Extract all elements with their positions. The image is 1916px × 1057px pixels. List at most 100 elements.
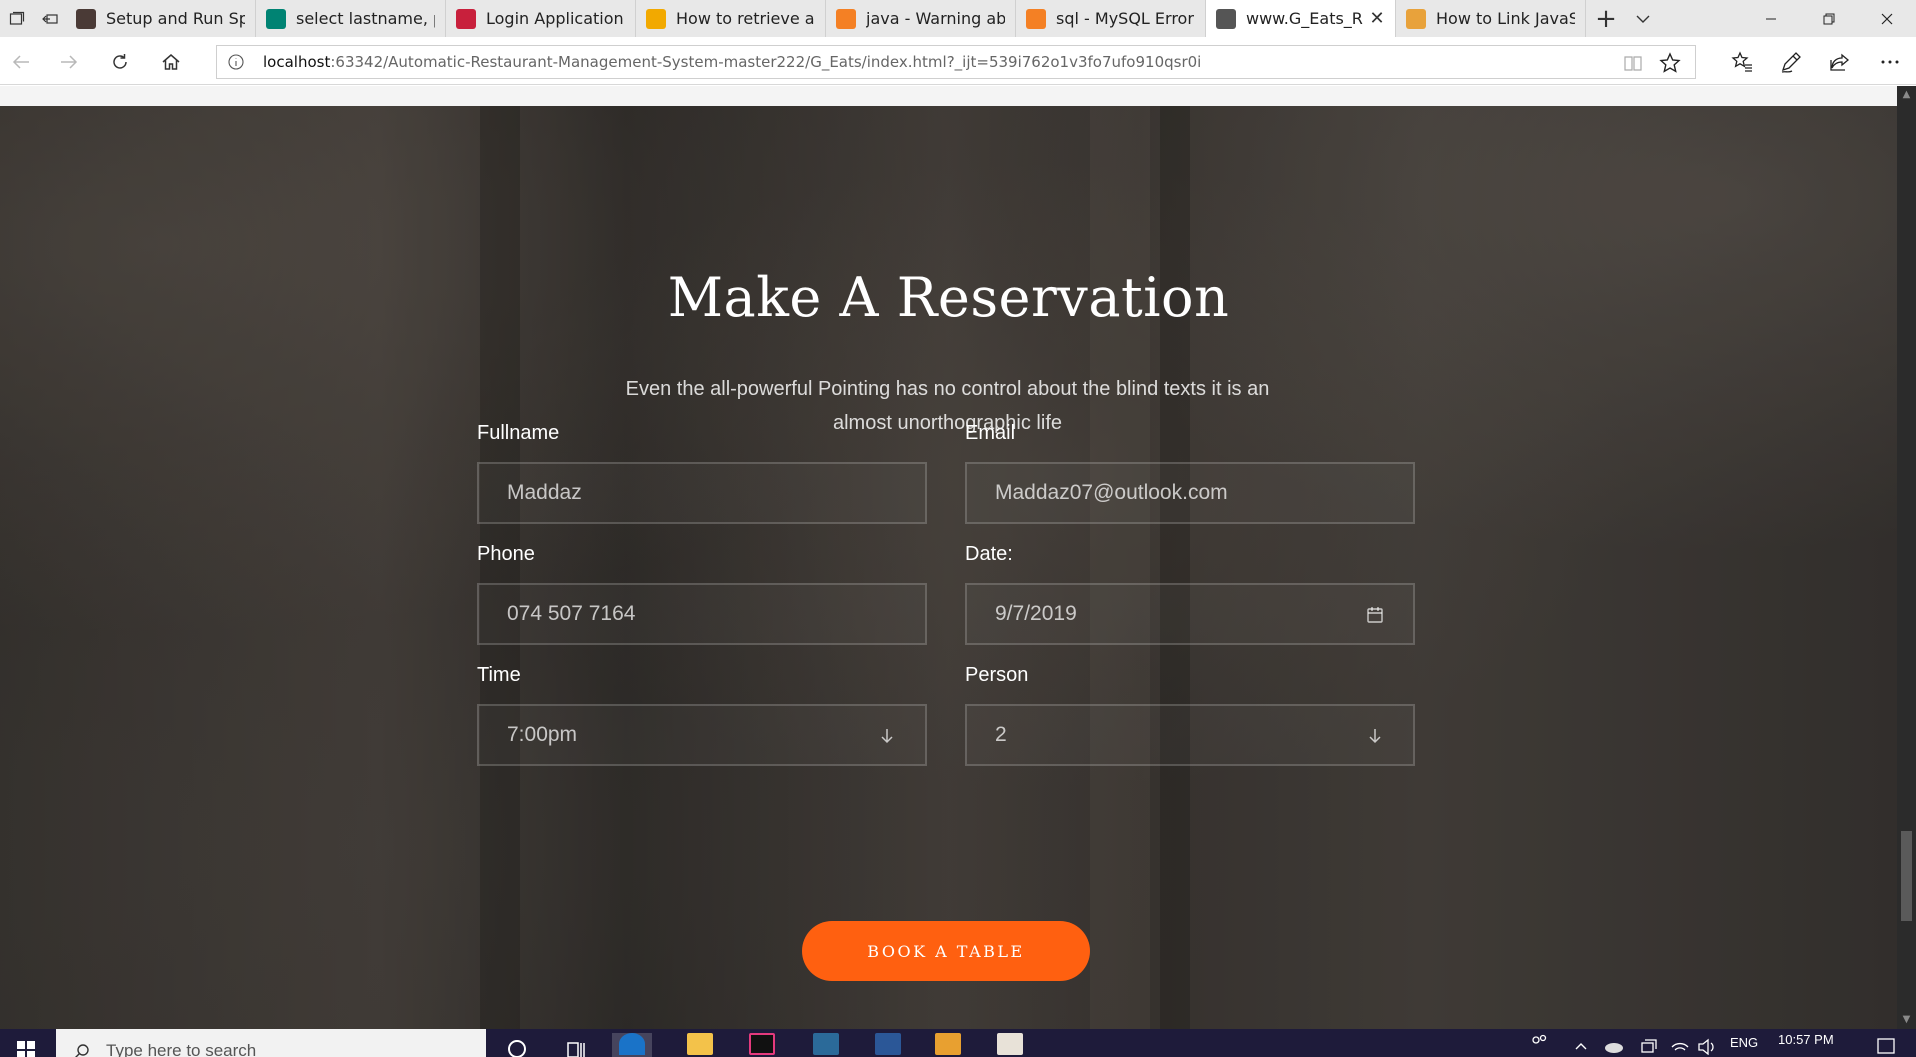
time-select[interactable]: 7:00pm [477,704,927,766]
fullname-input[interactable]: Maddaz [477,462,927,524]
scroll-down-icon[interactable]: ▼ [1897,1011,1916,1029]
java-icon[interactable] [990,1033,1030,1057]
stackoverflow-favicon-icon [836,8,856,29]
home-icon[interactable] [158,49,184,75]
file-explorer-icon[interactable] [680,1033,720,1057]
time-label: Time [477,664,521,686]
new-tab-button[interactable]: + [1586,0,1626,37]
favorites-hub-icon[interactable] [1729,49,1755,75]
set-tabs-aside-icon[interactable] [33,0,66,37]
tab-label: How to retrieve all [676,9,815,28]
page-viewport: Make A Reservation Even the all-powerful… [0,86,1897,1029]
phone-input[interactable]: 074 507 7164 [477,583,927,645]
url-text: localhost:63342/Automatic-Restaurant-Man… [263,53,1201,71]
search-icon [75,1044,89,1057]
tab-label: Login Application u [486,9,625,28]
taskbar-search-box[interactable]: Type here to search [56,1029,486,1057]
stackoverflow-favicon-icon [1026,8,1046,29]
mysql-workbench-icon[interactable] [806,1033,846,1057]
fullname-value: Maddaz [507,481,582,504]
more-options-icon[interactable] [1877,49,1903,75]
time-value: 7:00pm [507,723,578,746]
page-top-strip [0,86,1897,106]
refresh-icon[interactable] [107,49,133,75]
media-player-icon[interactable] [928,1033,968,1057]
tab-list-chevron-icon[interactable] [1626,0,1660,37]
network-icon[interactable] [1640,1037,1658,1057]
action-center-icon[interactable] [1876,1037,1896,1057]
fullname-label: Fullname [477,422,560,444]
date-label: Date: [965,543,1013,565]
star-favicon-icon [646,8,666,29]
page-scrollbar[interactable]: ▲ ▼ [1897,86,1916,1029]
app-favicon-icon [456,8,476,29]
email-input[interactable]: Maddaz07@outlook.com [965,462,1415,524]
browser-tab[interactable]: www.G_Eats_Re ✕ [1206,0,1396,37]
tab-label: sql - MySQL Error C [1056,9,1195,28]
person-select[interactable]: 2 [965,704,1415,766]
person-label: Person [965,664,1029,686]
arrow-down-icon [881,729,893,744]
reading-view-icon[interactable] [1623,53,1643,73]
browser-tab[interactable]: How to Link JavaSc [1396,0,1586,37]
edge-browser-icon[interactable] [612,1033,652,1057]
url-host: localhost [263,53,331,71]
phone-value: 074 507 7164 [507,602,636,625]
tab-label: Setup and Run Spri [106,9,245,28]
browser-tab[interactable]: sql - MySQL Error C [1016,0,1206,37]
task-view-icon[interactable] [556,1033,596,1057]
phone-label: Phone [477,543,535,565]
search-favicon-icon [1406,8,1426,29]
calendar-icon[interactable] [1365,605,1385,625]
word-icon[interactable] [868,1033,908,1057]
close-window-icon[interactable] [1858,0,1916,37]
scrollbar-thumb[interactable] [1901,831,1912,921]
volume-icon[interactable] [1697,1037,1717,1057]
tabs-aside-icon[interactable] [0,0,33,37]
browser-tab[interactable]: How to retrieve all [636,0,826,37]
reservation-section: Make A Reservation Even the all-powerful… [0,106,1897,1029]
scroll-up-icon[interactable]: ▲ [1897,86,1916,104]
people-icon[interactable] [1530,1033,1548,1054]
start-button[interactable] [0,1029,52,1057]
site-info-icon[interactable] [227,53,245,71]
minimize-icon[interactable] [1742,0,1800,37]
forward-icon[interactable] [56,49,82,75]
web-note-pen-icon[interactable] [1778,49,1804,75]
browser-tab[interactable]: Setup and Run Spri [66,0,256,37]
address-bar[interactable]: localhost:63342/Automatic-Restaurant-Man… [216,45,1696,79]
show-hidden-icons-chevron[interactable] [1574,1039,1588,1056]
video-favicon-icon [76,8,96,29]
tab-strip: Setup and Run Spri select lastname, pa Log… [0,0,1916,37]
person-value: 2 [995,723,1007,746]
date-value: 9/7/2019 [995,602,1077,625]
url-path: :63342/Automatic-Restaurant-Management-S… [330,53,1202,71]
share-icon[interactable] [1827,49,1853,75]
window-controls [1742,0,1916,37]
intellij-icon[interactable] [742,1033,782,1057]
search-placeholder: Type here to search [106,1041,257,1057]
clock-time[interactable]: 10:57 PM [1778,1032,1834,1047]
page-favicon-icon [1216,8,1236,29]
browser-tab[interactable]: java - Warning abo [826,0,1016,37]
book-a-table-button[interactable]: BOOK A TABLE [802,921,1090,981]
date-input[interactable]: 9/7/2019 [965,583,1415,645]
close-tab-icon[interactable]: ✕ [1369,9,1385,27]
tab-label: www.G_Eats_Re [1246,9,1363,28]
navigation-bar: localhost:63342/Automatic-Restaurant-Man… [0,37,1916,85]
windows-taskbar: Type here to search ENG 10:57 PM [0,1029,1916,1057]
onedrive-icon[interactable] [1604,1039,1624,1056]
bing-favicon-icon [266,8,286,29]
browser-tab[interactable]: Login Application u [446,0,636,37]
browser-tab[interactable]: select lastname, pa [256,0,446,37]
email-label: Email [965,422,1016,444]
back-icon[interactable] [8,49,34,75]
windows-logo-icon [17,1041,35,1057]
favorite-star-icon[interactable] [1659,52,1681,74]
tab-label: How to Link JavaSc [1436,9,1575,28]
tab-label: select lastname, pa [296,9,435,28]
restore-icon[interactable] [1800,0,1858,37]
wifi-icon[interactable] [1670,1037,1690,1057]
cortana-icon[interactable] [497,1033,537,1057]
language-indicator[interactable]: ENG [1730,1035,1758,1050]
